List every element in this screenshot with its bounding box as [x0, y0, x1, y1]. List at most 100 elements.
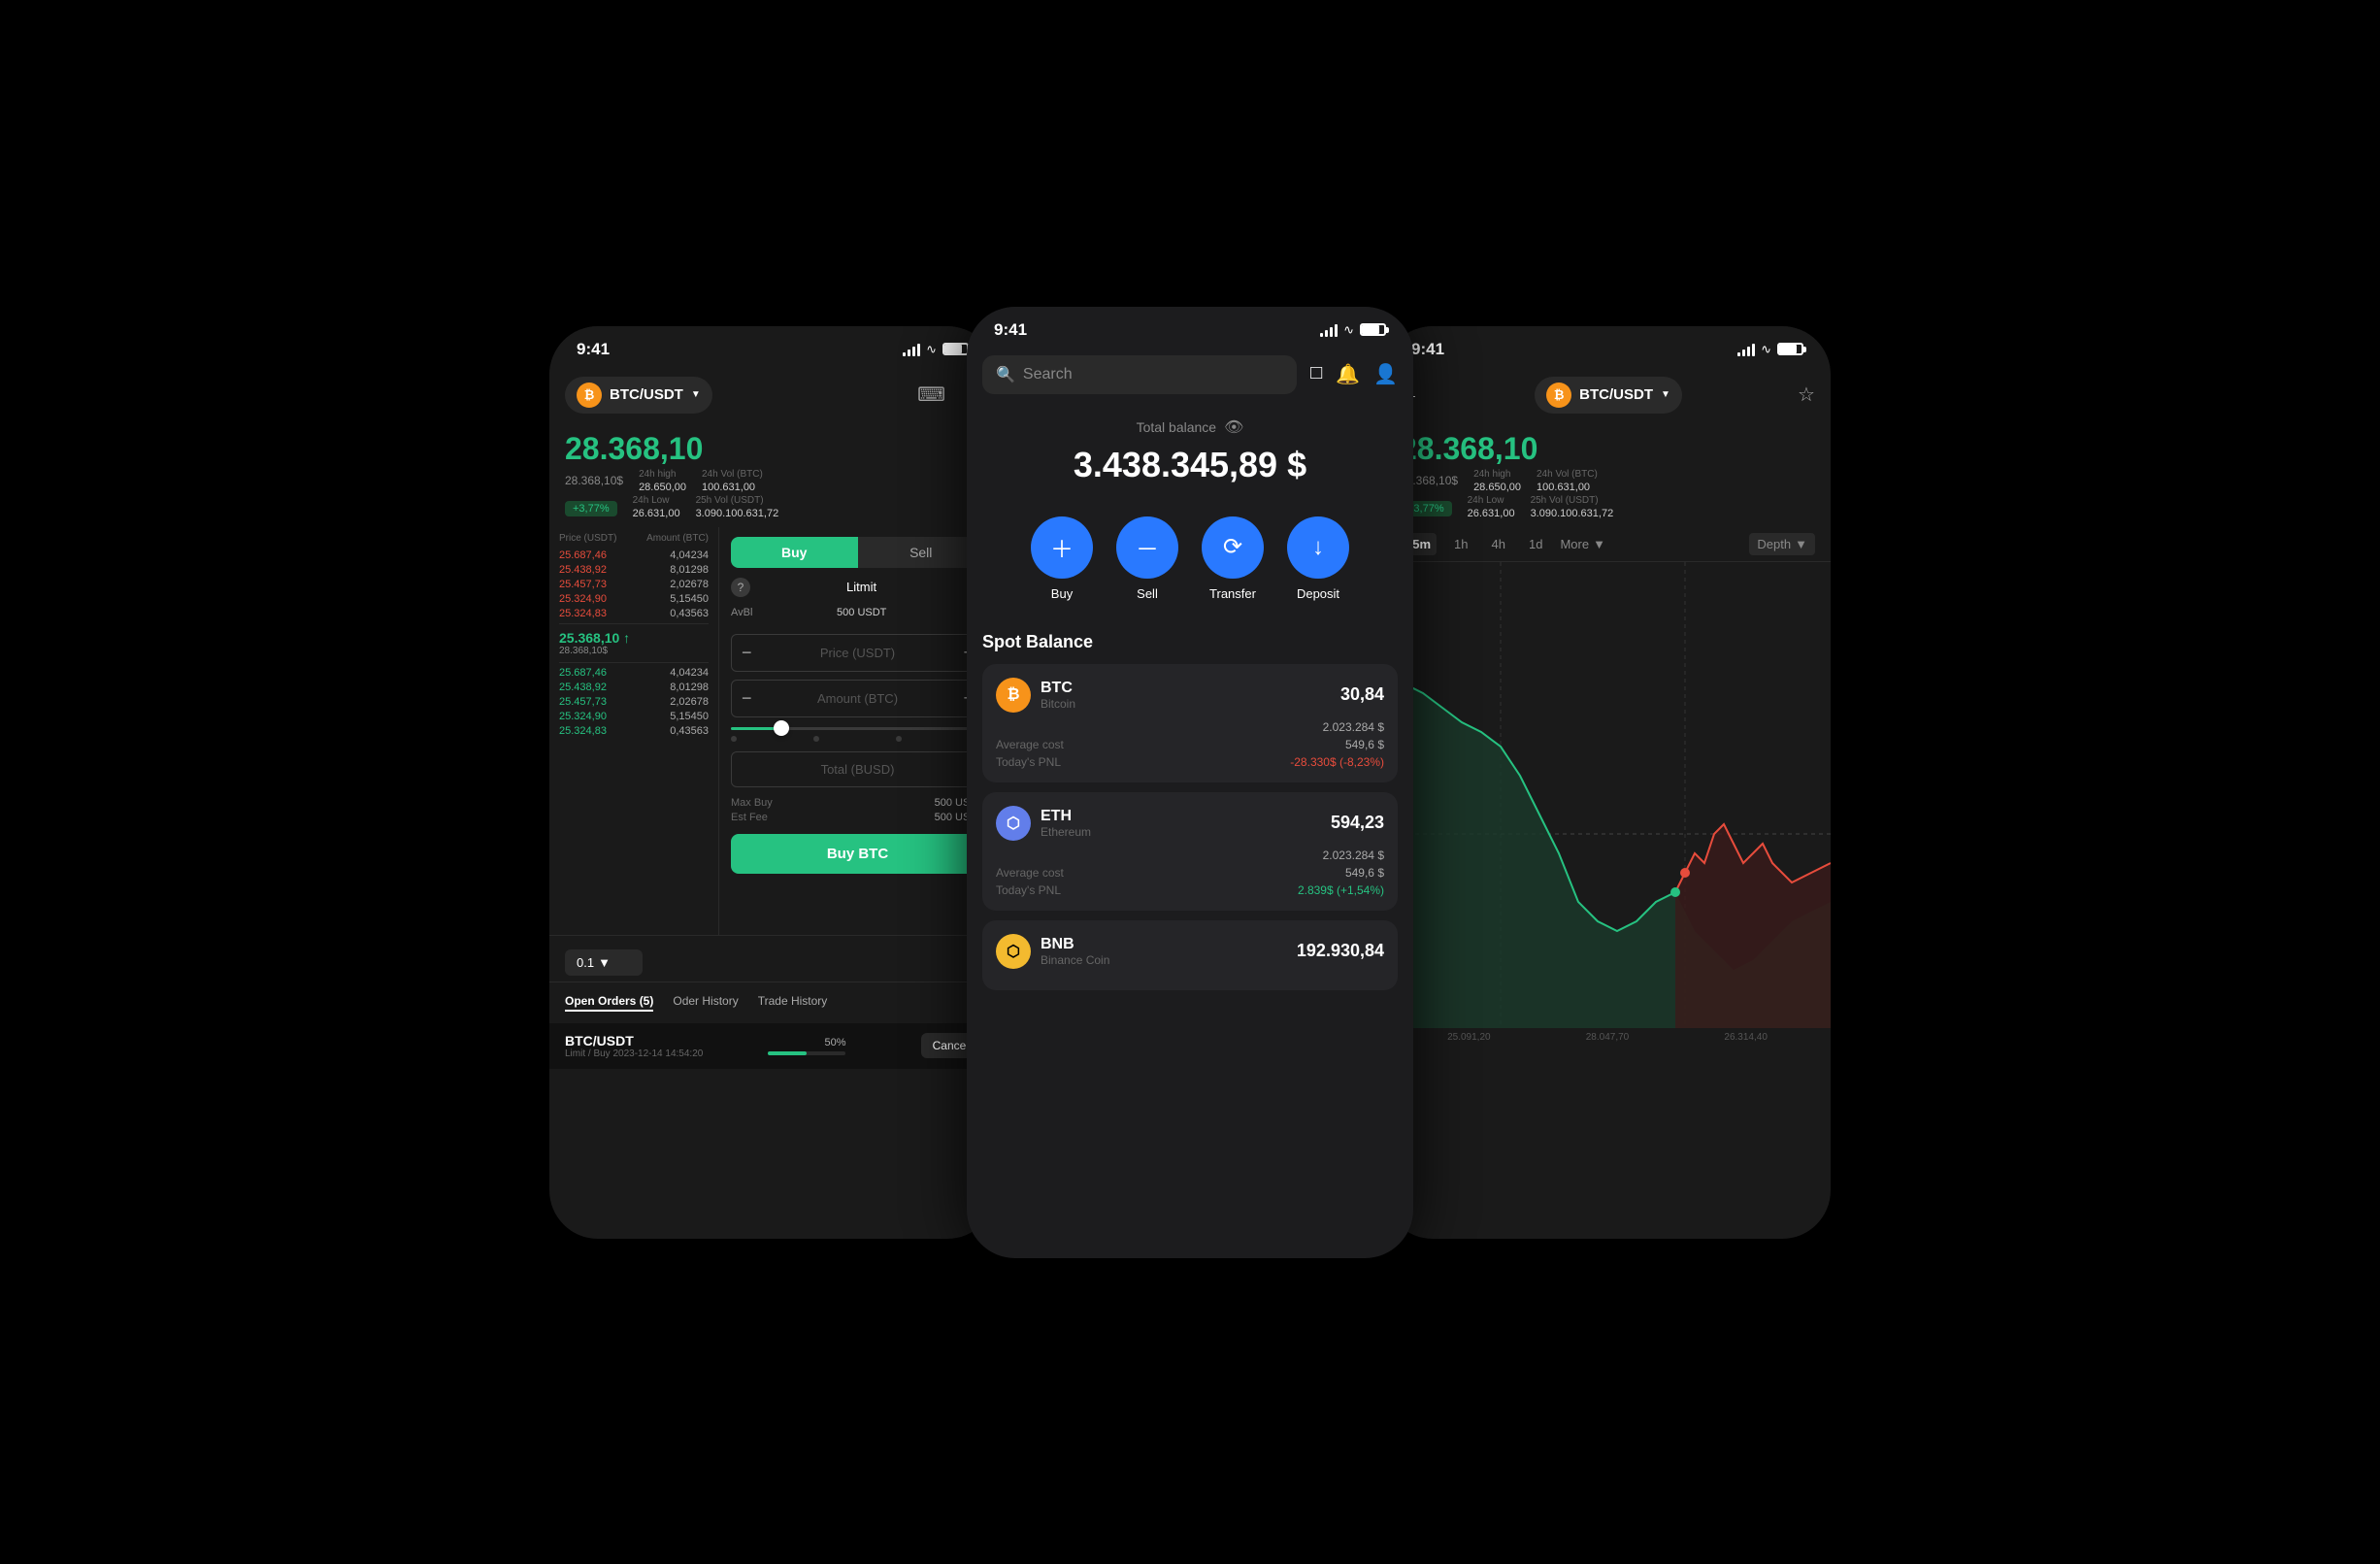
tab-4h[interactable]: 4h	[1486, 533, 1511, 555]
amount-input-row[interactable]: − Amount (BTC) +	[731, 680, 984, 717]
eth-name-wrap: ETH Ethereum	[1041, 808, 1091, 839]
bnb-fullname: Binance Coin	[1041, 953, 1109, 967]
btc-details-avg: Average cost 549,6 $	[996, 738, 1384, 751]
pair-selector-right[interactable]: ₿ BTC/USDT ▼	[1535, 377, 1682, 414]
ob-buy-row-2: 25.438,92 8,01298	[559, 682, 709, 693]
battery-icon-right	[1777, 343, 1803, 355]
wifi-icon-right: ∿	[1761, 342, 1771, 357]
buy-sell-tabs: Buy Sell	[731, 537, 984, 568]
chart-icon-left[interactable]: ⌨	[917, 383, 945, 407]
pair-name-right: BTC/USDT	[1579, 386, 1653, 403]
buy-amount-4: 5,15450	[670, 711, 709, 722]
slider-tick-3	[896, 736, 902, 742]
btc-usd-val: 2.023.284 $	[1323, 720, 1384, 734]
price-input-label: Price (USDT)	[752, 646, 964, 660]
ob-mid-sub-left: 28.368,10$	[559, 646, 709, 656]
search-input[interactable]: Search	[1023, 366, 1073, 383]
pair-header-left: ₿ BTC/USDT ▼ ⌨ ⋮	[549, 367, 996, 423]
volbtc-col-left: 24h Vol (BTC) 100.631,00	[702, 469, 763, 493]
battery-icon-center	[1360, 323, 1386, 336]
sell-price-4: 25.324,90	[559, 593, 607, 605]
tab-order-history[interactable]: Oder History	[673, 994, 738, 1012]
sell-amount-4: 5,15450	[670, 593, 709, 605]
sell-action-button[interactable]: －	[1116, 516, 1178, 579]
tab-open-orders[interactable]: Open Orders (5)	[565, 994, 653, 1012]
btc-coin-card[interactable]: ₿ BTC Bitcoin 30,84 2.023.284 $ Average …	[982, 664, 1398, 782]
sell-amount-1: 4,04234	[670, 549, 709, 561]
chart-labels-right: 25.091,20 28.047,70 26.314,40	[1384, 1028, 1831, 1047]
volbtc-col-right: 24h Vol (BTC) 100.631,00	[1537, 469, 1598, 493]
buy-action-button[interactable]: ＋	[1031, 516, 1093, 579]
bnb-coin-left: ⬡ BNB Binance Coin	[996, 934, 1109, 969]
search-bar[interactable]: 🔍 Search	[982, 355, 1297, 394]
balance-amount: 3.438.345,89 $	[982, 445, 1398, 485]
help-button[interactable]: ?	[731, 578, 750, 597]
ob-buy-row-1: 25.687,46 4,04234	[559, 667, 709, 679]
limit-row: ? Litmit ▼	[731, 578, 984, 597]
deposit-action-button[interactable]: ↓	[1287, 516, 1349, 579]
progress-bar-fill	[768, 1051, 807, 1055]
pair-name-left: BTC/USDT	[610, 386, 683, 403]
bottom-pair-name: BTC/USDT	[565, 1033, 703, 1048]
deposit-action-label: Deposit	[1297, 586, 1339, 601]
high-col-right: 24h high 28.650,00	[1473, 469, 1521, 493]
scan-icon[interactable]: □	[1310, 362, 1322, 386]
eth-pnl-val: 2.839$ (+1,54%)	[1298, 883, 1384, 897]
eth-fullname: Ethereum	[1041, 825, 1091, 839]
star-icon[interactable]: ☆	[1798, 383, 1815, 407]
depth-button[interactable]: Depth ▼	[1749, 533, 1815, 555]
btc-amount: 30,84	[1340, 684, 1384, 705]
buy-price-2: 25.438,92	[559, 682, 607, 693]
chart-tabs-right: 15m 1h 4h 1d More ▼ Depth ▼	[1384, 527, 1831, 562]
buy-price-4: 25.324,90	[559, 711, 607, 722]
trade-panel-left: Buy Sell ? Litmit ▼ AvBl 500 USDT ＋	[719, 527, 996, 935]
leverage-row: 0.1 ▼	[549, 935, 996, 982]
slider-thumb[interactable]	[774, 720, 789, 736]
ob-sell-row-4: 25.324,90 5,15450	[559, 593, 709, 605]
chevron-down-icon-left: ▼	[691, 389, 701, 400]
total-input-row[interactable]: Total (BUSD)	[731, 751, 984, 787]
volusdt-label-left: 25h Vol (USDT)	[696, 495, 779, 506]
transfer-action-button[interactable]: ⟳	[1202, 516, 1264, 579]
price-minus-icon[interactable]: −	[742, 643, 752, 663]
ob-mid-left: 25.368,10 ↑ 28.368,10$	[559, 623, 709, 663]
sell-tab[interactable]: Sell	[858, 537, 985, 568]
eth-usd-val: 2.023.284 $	[1323, 849, 1384, 862]
buy-tab[interactable]: Buy	[731, 537, 858, 568]
more-label: More	[1560, 537, 1589, 551]
tab-1h[interactable]: 1h	[1448, 533, 1473, 555]
leverage-val: 0.1	[577, 955, 594, 970]
eye-icon[interactable]: 👁	[1224, 417, 1243, 437]
bell-icon[interactable]: 🔔	[1336, 362, 1360, 386]
user-icon[interactable]: 👤	[1373, 362, 1398, 386]
btc-avg-label: Average cost	[996, 738, 1064, 751]
pair-selector-left[interactable]: ₿ BTC/USDT ▼	[565, 377, 712, 414]
btc-fullname: Bitcoin	[1041, 697, 1075, 711]
sell-amount-3: 2,02678	[670, 579, 709, 590]
avbl-row: AvBl 500 USDT ＋	[731, 607, 984, 626]
progress-label: 50%	[768, 1037, 845, 1048]
depth-label: Depth	[1757, 537, 1791, 551]
buy-amount-5: 0,43563	[670, 725, 709, 737]
price-input-row[interactable]: − Price (USDT) +	[731, 634, 984, 672]
tab-1d[interactable]: 1d	[1523, 533, 1548, 555]
tab-more[interactable]: More ▼	[1560, 533, 1605, 555]
buy-price-3: 25.457,73	[559, 696, 607, 708]
price-badge-left: +3,77%	[565, 501, 617, 516]
ob-buy-row-4: 25.324,90 5,15450	[559, 711, 709, 722]
eth-details-1: 2.023.284 $	[996, 849, 1384, 862]
tab-trade-history[interactable]: Trade History	[758, 994, 828, 1012]
high-col-left: 24h high 28.650,00	[639, 469, 686, 493]
total-label: Total (BUSD)	[821, 762, 895, 777]
bnb-coin-card[interactable]: ⬡ BNB Binance Coin 192.930,84	[982, 920, 1398, 990]
amount-slider[interactable]	[731, 727, 984, 742]
leverage-selector[interactable]: 0.1 ▼	[565, 949, 643, 976]
buy-btc-button[interactable]: Buy BTC	[731, 834, 984, 874]
eth-details-avg: Average cost 549,6 $	[996, 866, 1384, 880]
eth-coin-card[interactable]: ⬡ ETH Ethereum 594,23 2.023.284 $ Averag…	[982, 792, 1398, 911]
sell-action-label: Sell	[1137, 586, 1158, 601]
amount-minus-icon[interactable]: −	[742, 688, 752, 709]
high-label-left: 24h high	[639, 469, 686, 480]
bnb-name-wrap: BNB Binance Coin	[1041, 936, 1109, 967]
sell-action-wrap: － Sell	[1116, 516, 1178, 601]
